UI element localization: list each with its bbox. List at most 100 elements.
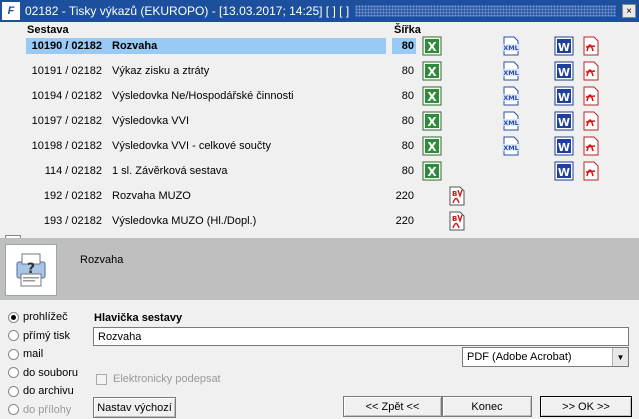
excel-export-icon[interactable]: X (421, 135, 443, 157)
radio-button (8, 404, 19, 415)
bm-icon-letter: B (452, 190, 457, 198)
title-bar-pattern (355, 5, 616, 17)
word-export-icon[interactable]: W (553, 160, 575, 182)
excel-export-icon[interactable]: X (421, 110, 443, 132)
radio-button[interactable] (8, 311, 19, 323)
report-description-panel: ? Rozvaha (0, 238, 639, 300)
pdf-export-icon[interactable] (580, 135, 602, 157)
excel-export-icon[interactable]: X (421, 35, 443, 57)
pdf-export-icon[interactable] (580, 60, 602, 82)
report-width: 220 (395, 215, 414, 227)
output-option-label: mail (23, 348, 44, 360)
xml-export-icon[interactable]: XML (500, 85, 522, 107)
output-option: do přílohy (8, 404, 71, 416)
word-icon-letter: W (558, 91, 570, 104)
window-title: 02182 - Tisky výkazů (EKUROPO) - [13.03.… (25, 4, 350, 18)
end-button[interactable]: Konec (442, 396, 532, 417)
output-option[interactable]: do souboru (8, 367, 78, 379)
close-icon[interactable]: × (622, 4, 636, 18)
report-width: 80 (401, 40, 414, 52)
report-code: 192 / 02182 (43, 190, 102, 202)
pdf-export-icon[interactable] (580, 110, 602, 132)
word-export-icon[interactable]: W (553, 110, 575, 132)
report-description-text: Rozvaha (80, 254, 124, 266)
word-icon-letter: W (558, 141, 570, 154)
report-width: 220 (395, 190, 414, 202)
xml-export-icon[interactable]: XML (500, 60, 522, 82)
excel-icon-letter: X (427, 140, 437, 154)
word-icon-letter: W (558, 166, 570, 179)
table-row[interactable]: 10198 / 02182 Výsledovka VVI - celkové so… (0, 134, 639, 159)
report-name: Výsledovka VVI (112, 115, 190, 127)
report-name: Výsledovka MUZO (Hl./Dopl.) (112, 215, 257, 227)
excel-export-icon[interactable]: X (421, 85, 443, 107)
output-option[interactable]: přímý tisk (8, 330, 70, 342)
report-code: 193 / 02182 (43, 215, 102, 227)
chevron-down-icon[interactable]: ▼ (612, 348, 628, 366)
xml-export-icon[interactable]: XML (500, 135, 522, 157)
report-code: 10198 / 02182 (31, 140, 102, 152)
header-section-label: Hlavička sestavy (94, 312, 183, 324)
xml-export-icon[interactable]: XML (500, 110, 522, 132)
xml-icon-text: XML (503, 94, 519, 102)
report-code: 10197 / 02182 (31, 115, 102, 127)
excel-icon-letter: X (427, 40, 437, 54)
radio-button[interactable] (8, 367, 19, 378)
report-code: 10194 / 02182 (31, 90, 102, 102)
app-icon: F (2, 2, 20, 20)
report-code: 10190 / 02182 (31, 40, 102, 52)
table-row[interactable]: 192 / 02182 Rozvaha MUZO 220 B (0, 184, 639, 209)
table-row[interactable]: 114 / 02182 1 sl. Závěrková sestava 80 X W (0, 159, 639, 184)
report-name: Výsledovka VVI - celkové součty (112, 140, 271, 152)
report-header-input[interactable] (93, 327, 629, 346)
set-default-button[interactable]: Nastav výchozí (93, 397, 176, 418)
report-width: 80 (401, 115, 414, 127)
back-button[interactable]: << Zpět << (343, 396, 442, 417)
word-export-icon[interactable]: W (553, 85, 575, 107)
output-option[interactable]: mail (8, 348, 43, 360)
xml-icon-text: XML (503, 69, 519, 77)
excel-icon-letter: X (427, 115, 437, 129)
excel-icon-letter: X (427, 90, 437, 104)
bm-export-icon[interactable]: B (446, 210, 468, 232)
table-row[interactable]: 193 / 02182 Výsledovka MUZO (Hl./Dopl.) 22… (0, 209, 639, 234)
sign-checkbox[interactable] (96, 373, 107, 385)
bm-export-icon[interactable]: B (446, 185, 468, 207)
output-option[interactable]: prohlížeč (8, 311, 68, 323)
report-list: Sestava Šířka 10190 / 02182 Rozvaha 80 X XML… (0, 22, 639, 251)
radio-button[interactable] (8, 348, 19, 360)
report-name: Rozvaha (112, 40, 158, 52)
word-export-icon[interactable]: W (553, 60, 575, 82)
ok-button[interactable]: >> OK >> (540, 396, 632, 417)
output-option[interactable]: do archivu (8, 385, 74, 397)
xml-icon-text: XML (503, 44, 519, 52)
radio-button[interactable] (8, 330, 19, 341)
excel-icon-letter: X (427, 65, 437, 79)
word-icon-letter: W (558, 116, 570, 129)
sign-checkbox-row: Elektronicky podepsat (96, 373, 221, 385)
report-code: 114 / 02182 (44, 165, 102, 177)
excel-export-icon[interactable]: X (421, 60, 443, 82)
excel-export-icon[interactable]: X (421, 160, 443, 182)
word-export-icon[interactable]: W (553, 35, 575, 57)
pdf-export-icon[interactable] (580, 35, 602, 57)
word-export-icon[interactable]: W (553, 135, 575, 157)
bm-icon-letter: B (452, 215, 457, 223)
format-select[interactable]: PDF (Adobe Acrobat) ▼ (462, 347, 629, 367)
table-row[interactable]: 10190 / 02182 Rozvaha 80 X XML W (0, 34, 639, 59)
printer-icon: ? (5, 244, 57, 296)
report-code: 10191 / 02182 (31, 65, 102, 77)
xml-export-icon[interactable]: XML (500, 35, 522, 57)
report-width: 80 (401, 165, 414, 177)
pdf-export-icon[interactable] (580, 160, 602, 182)
table-row[interactable]: 10194 / 02182 Výsledovka Ne/Hospodářské č… (0, 84, 639, 109)
table-row[interactable]: 10191 / 02182 Výkaz zisku a ztráty 80 X XML W (0, 59, 639, 84)
table-row[interactable]: 10197 / 02182 Výsledovka VVI 80 X XML W (0, 109, 639, 134)
output-option-label: přímý tisk (23, 329, 71, 342)
report-name: Výkaz zisku a ztráty (112, 65, 210, 77)
pdf-export-icon[interactable] (580, 85, 602, 107)
radio-button[interactable] (8, 385, 19, 397)
output-option-label: prohlížeč (23, 311, 68, 323)
output-option-label: do archivu (23, 385, 74, 397)
report-name: Výsledovka Ne/Hospodářské činnosti (112, 90, 294, 102)
